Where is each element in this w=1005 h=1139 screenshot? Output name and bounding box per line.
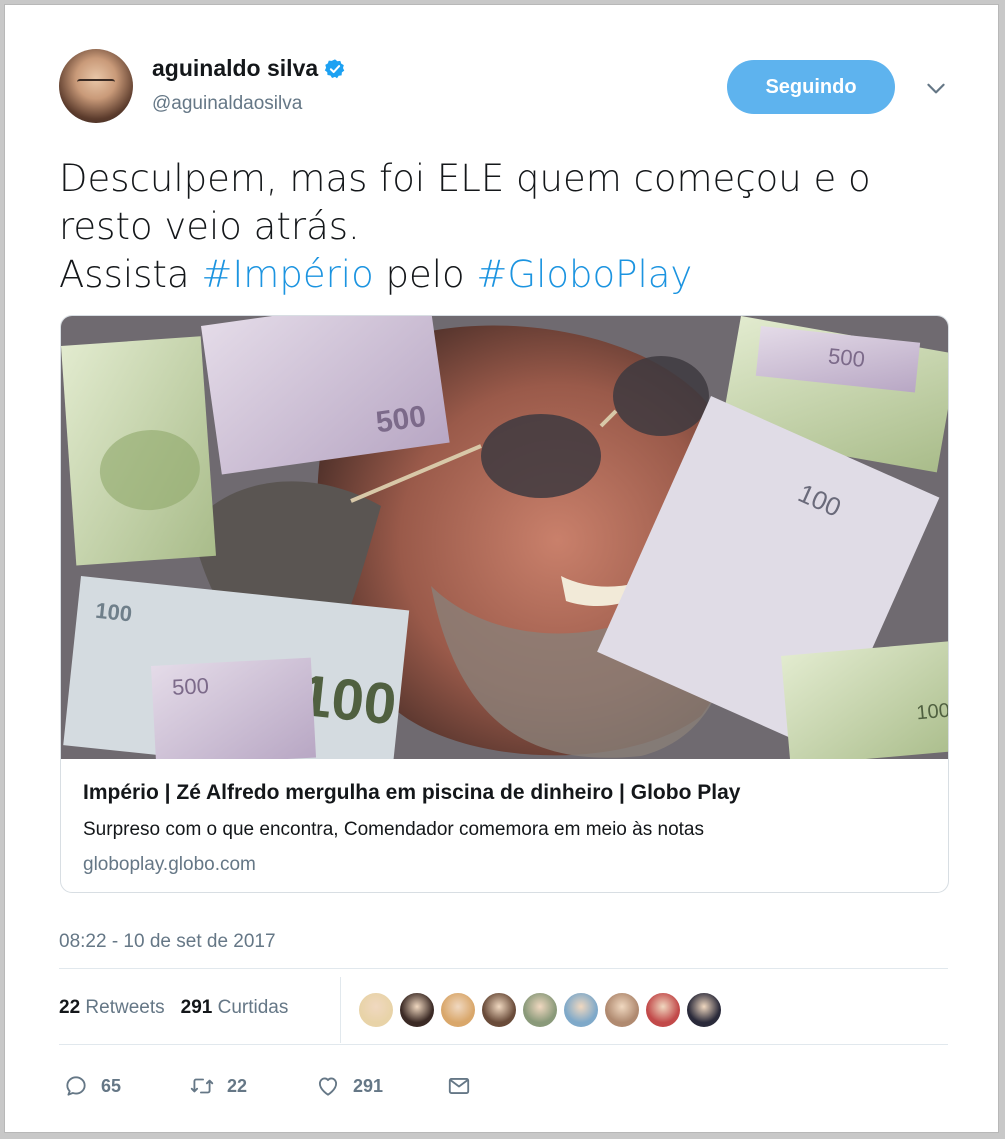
chevron-down-icon[interactable] [923, 75, 949, 101]
card-title[interactable]: Império | Zé Alfredo mergulha em piscina… [83, 781, 740, 805]
retweet-icon [190, 1078, 214, 1094]
card-image[interactable]: 500 100 100 500 100 500 100 [61, 316, 948, 759]
liker-avatar[interactable] [358, 992, 394, 1028]
retweets-stat[interactable]: 22 Retweets [59, 997, 165, 1019]
link-card[interactable]: 500 100 100 500 100 500 100 Império | Zé… [60, 315, 949, 893]
liker-avatars [358, 992, 722, 1028]
tweet-line-1: Desculpem, mas foi ELE quem começou e o [59, 157, 871, 200]
tweet-timestamp[interactable]: 08:22 - 10 de set de 2017 [59, 931, 276, 953]
direct-message-button[interactable] [446, 1073, 472, 1099]
tweet-line-3-mid: pelo [373, 253, 477, 296]
card-domain[interactable]: globoplay.globo.com [83, 854, 256, 876]
retweet-button[interactable]: 22 [189, 1073, 247, 1099]
tweet-text: Desculpem, mas foi ELE quem começou e o … [59, 155, 939, 299]
retweet-count: 22 [227, 1075, 248, 1096]
tweet-actions: 65 22 291 [63, 1073, 663, 1105]
engagement-stats: 22 Retweets 291 Curtidas [59, 997, 288, 1019]
liker-avatar[interactable] [399, 992, 435, 1028]
like-button[interactable]: 291 [315, 1073, 383, 1099]
avatar-glasses [77, 79, 115, 91]
hashtag-imperio-link[interactable]: #Império [201, 253, 373, 296]
author-name-row: aguinaldo silva [152, 55, 346, 82]
divider-bottom [59, 1044, 948, 1045]
reply-count: 65 [101, 1075, 122, 1096]
divider-top [59, 968, 948, 969]
tweet-frame: aguinaldo silva @aguinaldaosilva Seguind… [4, 4, 999, 1133]
author-name[interactable]: aguinaldo silva [152, 55, 318, 82]
reply-button[interactable]: 65 [63, 1073, 121, 1099]
banknote-label: 500 [827, 343, 866, 372]
author-handle[interactable]: @aguinaldaosilva [152, 93, 302, 115]
like-icon [318, 1077, 338, 1096]
tweet-line-3-prefix: Assista [59, 253, 202, 296]
stats-separator [340, 977, 341, 1043]
message-icon [448, 1078, 470, 1094]
liker-avatar[interactable] [522, 992, 558, 1028]
retweets-label: Retweets [85, 997, 165, 1018]
hashtag-globoplay-link[interactable]: #GloboPlay [476, 253, 692, 296]
liker-avatar[interactable] [563, 992, 599, 1028]
following-button[interactable]: Seguindo [727, 60, 895, 114]
liker-avatar[interactable] [481, 992, 517, 1028]
banknote-500 [151, 657, 317, 759]
liker-avatar[interactable] [604, 992, 640, 1028]
liker-avatar[interactable] [440, 992, 476, 1028]
liker-avatar[interactable] [686, 992, 722, 1028]
likes-label: Curtidas [217, 997, 289, 1018]
tweet-line-2: resto veio atrás. [59, 205, 360, 248]
tweet-line-3: Assista #Império pelo #GloboPlay [59, 251, 939, 299]
banknote-label: 100 [916, 700, 948, 725]
retweets-count: 22 [59, 997, 81, 1018]
likes-count: 291 [180, 997, 213, 1018]
author-avatar[interactable] [59, 49, 133, 123]
banknote-label: 500 [171, 673, 209, 700]
verified-badge-icon [324, 58, 345, 78]
card-body[interactable]: Império | Zé Alfredo mergulha em piscina… [61, 759, 948, 892]
glasses-right-lens [613, 356, 709, 436]
reply-icon [66, 1076, 86, 1096]
banknote-100 [781, 640, 948, 759]
banknote-label: 100 [94, 598, 133, 627]
likes-stat[interactable]: 291 Curtidas [181, 997, 289, 1019]
glasses-left-lens [481, 414, 601, 498]
card-description: Surpreso com o que encontra, Comendador … [83, 819, 704, 840]
like-count: 291 [353, 1075, 384, 1096]
banknote-label: 500 [374, 400, 428, 440]
liker-avatar[interactable] [645, 992, 681, 1028]
